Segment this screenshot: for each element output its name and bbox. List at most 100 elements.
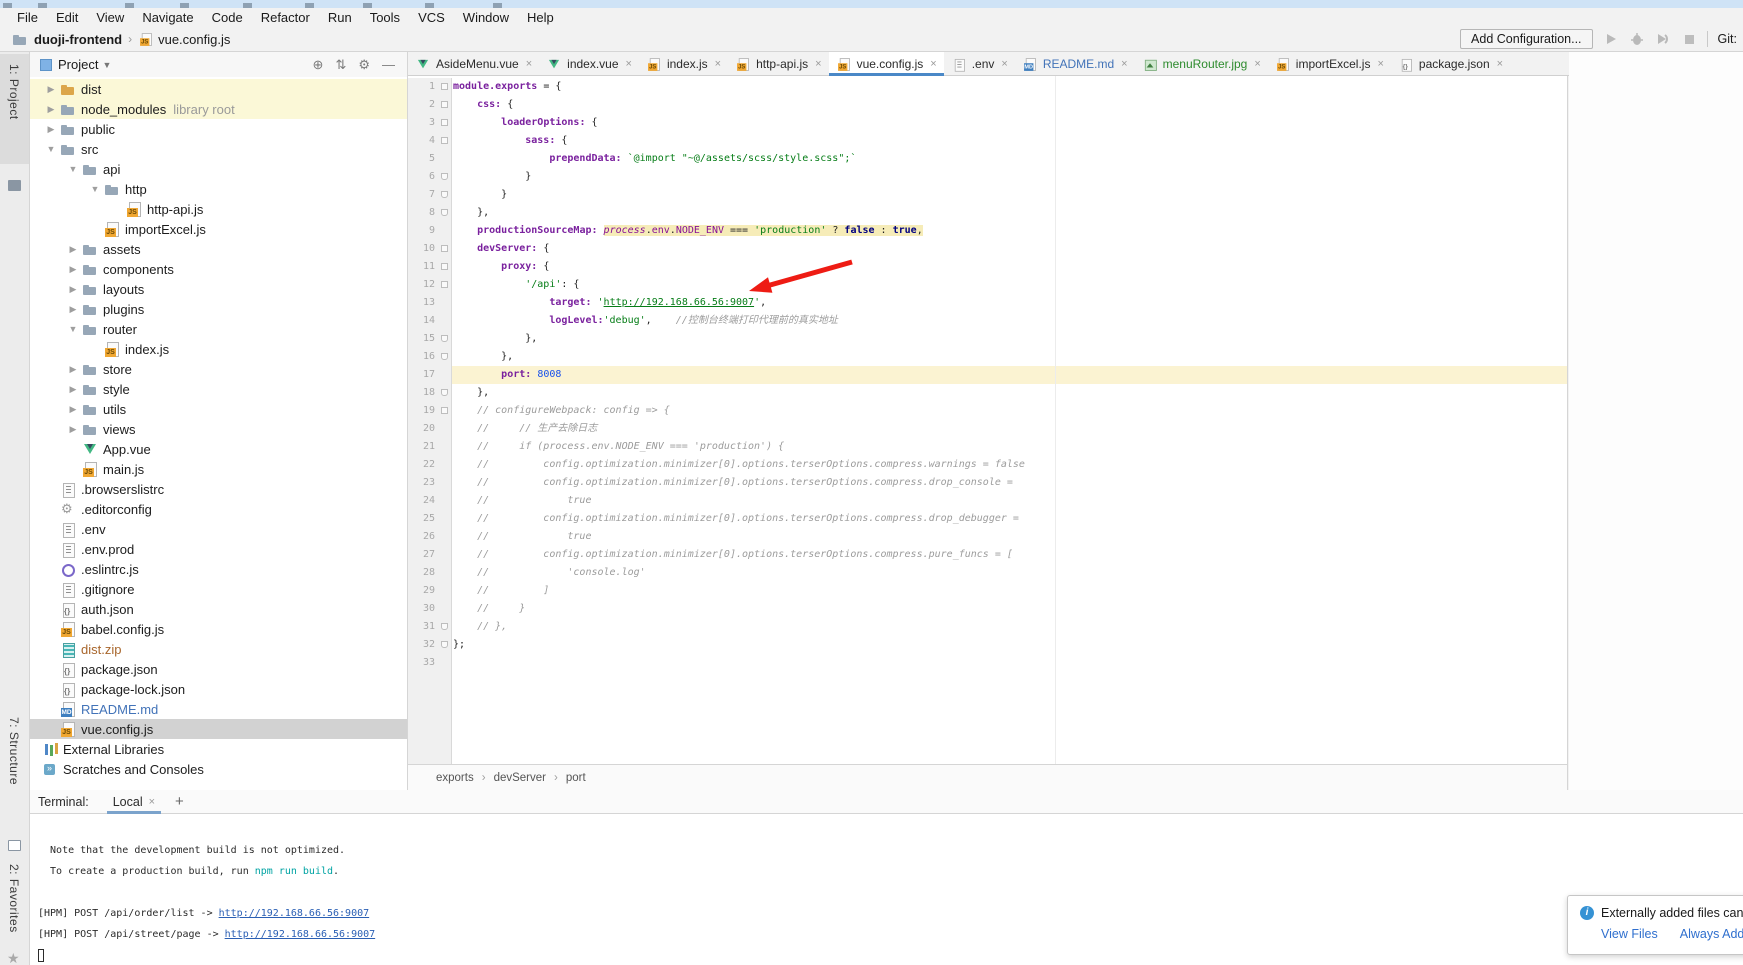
tree-row-App.vue[interactable]: App.vue	[30, 439, 407, 459]
fold-end-marker-icon[interactable]	[441, 209, 448, 216]
menu-view[interactable]: View	[87, 8, 133, 27]
fold-end-marker-icon[interactable]	[441, 389, 448, 396]
tree-chevron-icon[interactable]: ▼	[64, 164, 82, 174]
tree-chevron-icon[interactable]: ▶	[64, 364, 82, 375]
breadcrumb-project[interactable]: duoji-frontend	[34, 32, 122, 47]
tree-row-importExcel.js[interactable]: importExcel.js	[30, 219, 407, 239]
editor-tab-importExcel.js[interactable]: importExcel.js×	[1268, 52, 1391, 76]
view-files-link[interactable]: View Files	[1601, 927, 1658, 941]
tree-row-store[interactable]: ▶store	[30, 359, 407, 379]
fold-end-marker-icon[interactable]	[441, 191, 448, 198]
menu-file[interactable]: File	[8, 8, 47, 27]
tree-row-http-api.js[interactable]: http-api.js	[30, 199, 407, 219]
hide-panel-icon[interactable]: —	[376, 57, 401, 72]
tree-row-style[interactable]: ▶style	[30, 379, 407, 399]
tree-row-router[interactable]: ▼router	[30, 319, 407, 339]
fold-end-marker-icon[interactable]	[441, 353, 448, 360]
tree-chevron-icon[interactable]: ▶	[64, 424, 82, 435]
close-icon[interactable]: ×	[149, 796, 155, 808]
fold-end-marker-icon[interactable]	[441, 641, 448, 648]
fold-marker-icon[interactable]	[441, 101, 448, 108]
tree-row-api[interactable]: ▼api	[30, 159, 407, 179]
tree-row-Scratches and Consoles[interactable]: Scratches and Consoles	[30, 759, 407, 779]
close-icon[interactable]: ×	[1001, 58, 1007, 70]
terminal-link[interactable]: http://192.168.66.56:9007	[219, 908, 370, 919]
tool-window-icon[interactable]	[8, 840, 21, 851]
fold-marker-icon[interactable]	[441, 281, 448, 288]
tree-row-main.js[interactable]: main.js	[30, 459, 407, 479]
tree-row-index.js[interactable]: index.js	[30, 339, 407, 359]
fold-end-marker-icon[interactable]	[441, 173, 448, 180]
tree-row-vue.config.js[interactable]: vue.config.js	[30, 719, 407, 739]
menu-navigate[interactable]: Navigate	[133, 8, 202, 27]
run-with-coverage-icon[interactable]	[1655, 31, 1671, 47]
tree-chevron-icon[interactable]: ▼	[86, 184, 104, 194]
menu-edit[interactable]: Edit	[47, 8, 87, 27]
tree-row-http[interactable]: ▼http	[30, 179, 407, 199]
menu-code[interactable]: Code	[203, 8, 252, 27]
tree-row-package.json[interactable]: package.json	[30, 659, 407, 679]
tree-row-auth.json[interactable]: auth.json	[30, 599, 407, 619]
tree-chevron-icon[interactable]: ▶	[42, 124, 60, 135]
fold-marker-icon[interactable]	[441, 407, 448, 414]
tree-chevron-icon[interactable]: ▶	[64, 384, 82, 395]
structure-tool-label[interactable]: 7: Structure	[7, 717, 21, 785]
terminal-link[interactable]: http://192.168.66.56:9007	[225, 929, 376, 940]
close-icon[interactable]: ×	[815, 58, 821, 70]
tree-row-babel.config.js[interactable]: babel.config.js	[30, 619, 407, 639]
code-editor[interactable]: 1234567891011121314151617181920212223242…	[408, 76, 1568, 764]
tree-row-README.md[interactable]: README.md	[30, 699, 407, 719]
tree-chevron-icon[interactable]: ▶	[64, 264, 82, 275]
menu-help[interactable]: Help	[518, 8, 563, 27]
menu-vcs[interactable]: VCS	[409, 8, 454, 27]
run-icon[interactable]	[1603, 31, 1619, 47]
editor-tab-index.vue[interactable]: index.vue×	[539, 52, 639, 76]
close-icon[interactable]: ×	[930, 58, 936, 70]
close-icon[interactable]: ×	[1121, 58, 1127, 70]
fold-marker-icon[interactable]	[441, 137, 448, 144]
menu-window[interactable]: Window	[454, 8, 518, 27]
tree-row-public[interactable]: ▶public	[30, 119, 407, 139]
tree-row-External Libraries[interactable]: External Libraries	[30, 739, 407, 759]
tree-chevron-icon[interactable]: ▼	[64, 324, 82, 334]
menu-refactor[interactable]: Refactor	[252, 8, 319, 27]
tree-row-.editorconfig[interactable]: .editorconfig	[30, 499, 407, 519]
fold-marker-icon[interactable]	[441, 245, 448, 252]
breadcrumb-devserver[interactable]: devServer	[494, 772, 546, 784]
settings-gear-icon[interactable]: ⚙	[352, 57, 376, 73]
tree-row-components[interactable]: ▶components	[30, 259, 407, 279]
tree-row-src[interactable]: ▼src	[30, 139, 407, 159]
stop-icon[interactable]	[1681, 31, 1697, 47]
add-configuration-button[interactable]: Add Configuration...	[1460, 29, 1593, 49]
tree-row-utils[interactable]: ▶utils	[30, 399, 407, 419]
close-icon[interactable]: ×	[626, 58, 632, 70]
favorites-star-icon[interactable]: ★	[7, 950, 20, 965]
tree-chevron-icon[interactable]: ▶	[42, 84, 60, 95]
git-branch-label[interactable]: Git:	[1718, 32, 1737, 46]
editor-tab-README.md[interactable]: README.md×	[1015, 52, 1135, 76]
new-terminal-icon[interactable]: +	[175, 793, 184, 810]
fold-marker-icon[interactable]	[441, 119, 448, 126]
tree-row-.gitignore[interactable]: .gitignore	[30, 579, 407, 599]
editor-tab-vue.config.js[interactable]: vue.config.js×	[829, 52, 944, 76]
breadcrumb-port[interactable]: port	[566, 772, 586, 784]
fold-end-marker-icon[interactable]	[441, 335, 448, 342]
editor-tab-menuRouter.jpg[interactable]: menuRouter.jpg×	[1135, 52, 1268, 76]
editor-tab-package.json[interactable]: package.json×	[1391, 52, 1510, 76]
favorites-tool-label[interactable]: 2: Favorites	[7, 864, 21, 933]
tree-chevron-icon[interactable]: ▶	[64, 284, 82, 295]
chevron-down-icon[interactable]: ▼	[102, 60, 111, 70]
terminal-output[interactable]: Note that the development build is not o…	[30, 814, 1743, 965]
tree-row-layouts[interactable]: ▶layouts	[30, 279, 407, 299]
tree-chevron-icon[interactable]: ▼	[42, 144, 60, 154]
tree-row-.env[interactable]: .env	[30, 519, 407, 539]
close-icon[interactable]: ×	[715, 58, 721, 70]
tree-row-.browserslistrc[interactable]: .browserslistrc	[30, 479, 407, 499]
project-panel-title[interactable]: Project	[58, 57, 98, 72]
editor-tab-.env[interactable]: .env×	[944, 52, 1015, 76]
menu-tools[interactable]: Tools	[361, 8, 409, 27]
tree-row-package-lock.json[interactable]: package-lock.json	[30, 679, 407, 699]
terminal-tab-local[interactable]: Local ×	[107, 790, 161, 814]
menu-run[interactable]: Run	[319, 8, 361, 27]
tree-chevron-icon[interactable]: ▶	[64, 404, 82, 415]
